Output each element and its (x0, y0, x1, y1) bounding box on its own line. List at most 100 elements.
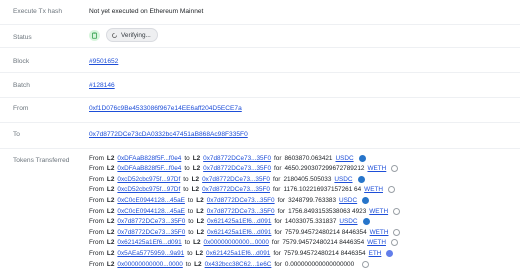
transfer-token-link[interactable]: ETH (369, 250, 382, 257)
transfer-from-address[interactable]: 0xC0cE0944128...45aE (117, 208, 185, 215)
status-text: Verifying... (121, 31, 151, 39)
transfer-amount: 0.000000000000000000 (284, 260, 355, 268)
transfer-from-address[interactable]: 0x00000000000...0000 (117, 261, 182, 268)
transfer-token-link[interactable]: USDC (339, 218, 357, 225)
transfer-token-link[interactable]: USDC (335, 155, 353, 162)
transfer-to-address[interactable]: 0x7d8772DCe73...35F0 (203, 155, 271, 162)
transfer-from-network: L2 (106, 228, 115, 236)
transfer-to-address[interactable]: 0x7d8772DCe73...35F0 (202, 186, 270, 193)
transfer-to-address[interactable]: 0x621425a1Ef6...d091 (207, 218, 271, 225)
transfer-from-network: L2 (106, 165, 115, 173)
from-label: From (13, 105, 29, 112)
execute-tx-hash-value: Not yet executed on Ethereum Mainnet (89, 8, 204, 15)
transfer-for-word: for (274, 260, 282, 268)
transfer-for-word: for (273, 249, 281, 257)
batch-row: Batch #128146 (0, 72, 520, 97)
block-link[interactable]: #9501652 (89, 58, 118, 65)
status-row: Status (0, 24, 520, 47)
to-address-link[interactable]: 0x7d8772DCe73cDA0332bc47451aB868Ac98F335… (89, 131, 248, 138)
transfer-token-link[interactable]: USDC (334, 176, 352, 183)
transfer-for-word: for (274, 228, 282, 236)
transfer-for-word: for (274, 218, 282, 226)
transfer-row: From L2 0x7d8772DCe73...35F0 to L2 0x621425a1… (89, 217, 373, 227)
transfer-from-address[interactable]: 0xcD52cbc975f...97Df (117, 186, 180, 193)
from-row: From 0xf1D076c9Be4533086f967e14EE6aff204… (0, 97, 520, 122)
transfer-row: From L2 0x5AEa5775959...9a91 to L2 0x621425a1… (89, 248, 396, 258)
empty-token-icon (387, 186, 395, 194)
usdc-coin-icon (362, 218, 370, 226)
transfer-from-network: L2 (106, 196, 115, 204)
transfer-to-address[interactable]: 0x621425a1Ef6...d091 (207, 229, 271, 236)
transfer-from-word: From (89, 196, 104, 204)
transfer-to-network: L2 (192, 154, 201, 162)
transfer-from-network: L2 (106, 186, 115, 194)
transfer-from-address[interactable]: 0xDFAaB828f5F...f0e4 (117, 155, 181, 162)
transfer-from-word: From (89, 186, 104, 194)
clipboard-check-icon (89, 29, 100, 41)
transfer-from-word: From (89, 154, 104, 162)
transfer-to-address[interactable]: 0x7d8772DCe73...35F0 (202, 176, 270, 183)
transfer-from-word: From (89, 260, 104, 268)
transfer-from-address[interactable]: 0x621425a1Ef6...d091 (117, 239, 181, 246)
transfer-to-address[interactable]: 0x621425a1Ef6...d091 (206, 250, 270, 257)
transfer-from-address[interactable]: 0xcD52cbc975f...97Df (117, 176, 180, 183)
transfer-to-address[interactable]: 0x432bcc38C62...1e6C (205, 261, 272, 268)
transfer-from-word: From (89, 239, 104, 247)
transfer-to-word: to (183, 175, 189, 183)
transfer-from-address[interactable]: 0x7d8772DCe73...35F0 (117, 229, 185, 236)
transfer-for-word: for (272, 186, 281, 194)
transfer-amount: 3248799.763383 (288, 196, 337, 204)
transfer-token-link[interactable]: WETH (367, 165, 386, 172)
transfer-amount: 1176.102216937157261 64 (283, 186, 362, 194)
transfer-from-network: L2 (106, 239, 115, 247)
transfer-amount: 7579.94572480214 8446354 (283, 249, 366, 257)
transfer-from-address[interactable]: 0x7d8772DCe73...35F0 (117, 218, 185, 225)
transfer-from-network: L2 (106, 260, 115, 268)
batch-link[interactable]: #128146 (89, 82, 115, 89)
usdc-coin-icon (357, 175, 365, 183)
transfer-from-word: From (89, 175, 104, 183)
transfer-token-link[interactable]: WETH (369, 208, 388, 215)
transfer-token-link[interactable]: WETH (364, 186, 383, 193)
transfer-amount: 1756.8493153538063 4923 (288, 207, 367, 215)
transfer-row: From L2 0x00000000000...0000 to L2 0x432bcc38… (89, 259, 372, 269)
transfer-for-word: for (274, 154, 282, 162)
transfer-row: From L2 0x621425a1Ef6...d091 to L2 0x00000000… (89, 238, 401, 248)
transfer-to-address[interactable]: 0x7d8772DCe73...35F0 (207, 197, 275, 204)
empty-token-icon (391, 165, 399, 173)
block-row: Block #9501652 (0, 47, 520, 71)
transfer-to-network: L2 (196, 196, 204, 204)
transfer-amount: 14033075.331837 (284, 218, 337, 226)
batch-label: Batch (13, 82, 30, 89)
transfer-amount: 7579.94572480214 8446354 (284, 228, 367, 236)
transfer-row: From L2 0xC0cE0944128...45aE to L2 0x7d8772DC… (89, 206, 403, 216)
block-label: Block (13, 58, 30, 65)
transfer-to-network: L2 (194, 260, 202, 268)
usdc-coin-icon (358, 154, 366, 162)
transfer-row: From L2 0xDFAaB828f5F...f0e4 to L2 0x7d8772DC… (89, 164, 401, 174)
transfer-from-address[interactable]: 0xDFAaB828f5F...f0e4 (117, 165, 181, 172)
transfer-from-word: From (89, 228, 104, 236)
transfer-token-link[interactable]: USDC (339, 197, 357, 204)
transfer-token-link[interactable]: WETH (367, 239, 386, 246)
transfer-to-word: to (185, 260, 192, 268)
transfer-amount: 4650.290307299672789212 (284, 165, 365, 173)
usdc-coin-icon (362, 196, 370, 204)
transfer-to-address[interactable]: 0x00000000000...0000 (204, 239, 269, 246)
transfer-from-address[interactable]: 0xC0cE0944128...45aE (117, 197, 185, 204)
transfer-for-word: for (277, 207, 286, 215)
to-label: To (13, 131, 20, 138)
transfer-for-word: for (277, 196, 286, 204)
transfer-from-network: L2 (106, 218, 115, 226)
empty-token-icon (390, 239, 398, 247)
transfer-from-word: From (89, 207, 104, 215)
transfer-to-word: to (184, 165, 190, 173)
transfer-to-address[interactable]: 0x7d8772DCe73...35F0 (203, 165, 271, 172)
transfer-from-address[interactable]: 0x5AEa5775959...9a91 (117, 250, 184, 257)
transfer-to-address[interactable]: 0x7d8772DCe73...35F0 (207, 208, 275, 215)
transfer-token-link[interactable]: WETH (370, 229, 389, 236)
status-label: Status (13, 34, 32, 41)
transfer-for-word: for (272, 175, 281, 183)
from-address-link[interactable]: 0xf1D076c9Be4533086f967e14EE6aff204D5ECE… (89, 105, 242, 112)
status-indicator: Verifying... (89, 28, 158, 42)
